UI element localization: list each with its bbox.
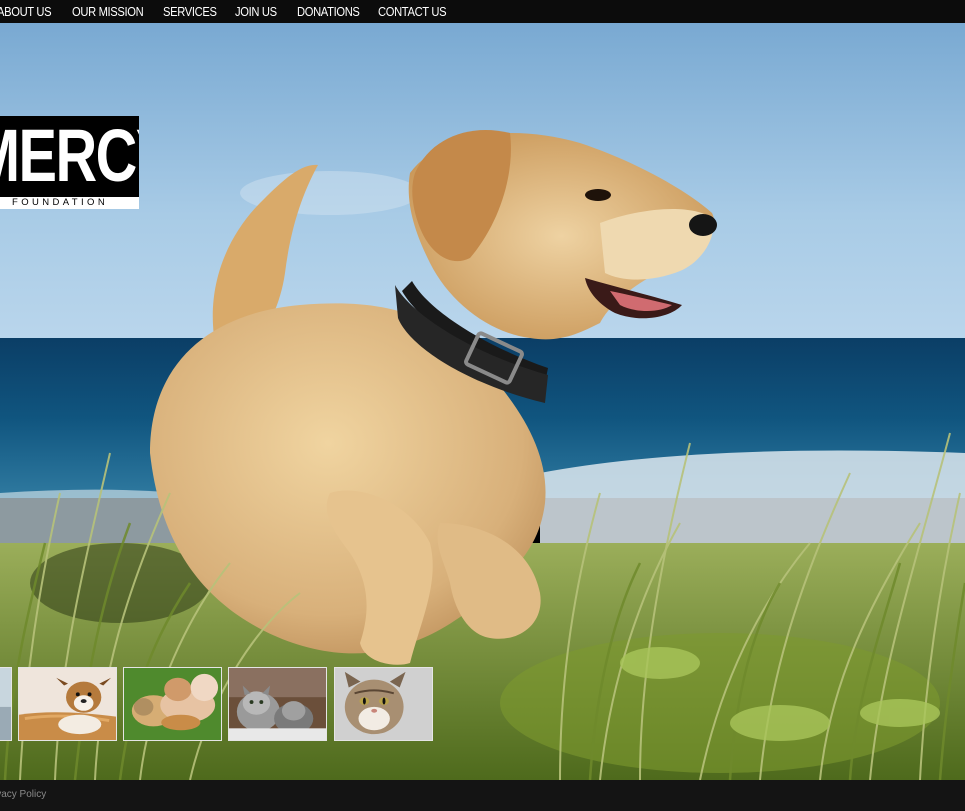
gallery-thumb-dog-girl[interactable] bbox=[123, 667, 222, 741]
partial-thumb-image bbox=[0, 668, 11, 740]
logo-tagline: FOUNDATION bbox=[0, 197, 139, 209]
nav-item-about-us[interactable]: ABOUT US bbox=[0, 0, 52, 23]
footer-privacy-policy-link[interactable]: Privacy Policy bbox=[0, 789, 46, 801]
gallery-thumb-kittens[interactable] bbox=[228, 667, 327, 741]
gallery-thumb-puppy[interactable] bbox=[18, 667, 117, 741]
site-logo[interactable]: MERCY FOUNDATION bbox=[0, 116, 139, 209]
nav-item-join-us[interactable]: JOIN US bbox=[235, 0, 277, 23]
nav-item-services[interactable]: SERVICES bbox=[163, 0, 217, 23]
cat-thumb-image bbox=[335, 668, 432, 740]
nav-item-contact-us[interactable]: CONTACT US bbox=[378, 0, 447, 23]
gallery-thumb-partial[interactable] bbox=[0, 667, 12, 741]
kittens-thumb-image bbox=[229, 668, 326, 740]
puppy-thumb-image bbox=[19, 668, 116, 740]
logo-word: MERCY bbox=[0, 116, 139, 197]
nav-item-donations[interactable]: DONATIONS bbox=[297, 0, 360, 23]
gallery-thumb-cat[interactable] bbox=[334, 667, 433, 741]
top-navigation: ABOUT US OUR MISSION SERVICES JOIN US DO… bbox=[0, 0, 965, 23]
nav-list: ABOUT US OUR MISSION SERVICES JOIN US DO… bbox=[0, 0, 464, 23]
hero-banner: MERCY FOUNDATION bbox=[0, 23, 965, 780]
nav-item-our-mission[interactable]: OUR MISSION bbox=[72, 0, 144, 23]
footer-bar: Privacy Policy bbox=[0, 780, 965, 811]
dog-girl-thumb-image bbox=[124, 668, 221, 740]
